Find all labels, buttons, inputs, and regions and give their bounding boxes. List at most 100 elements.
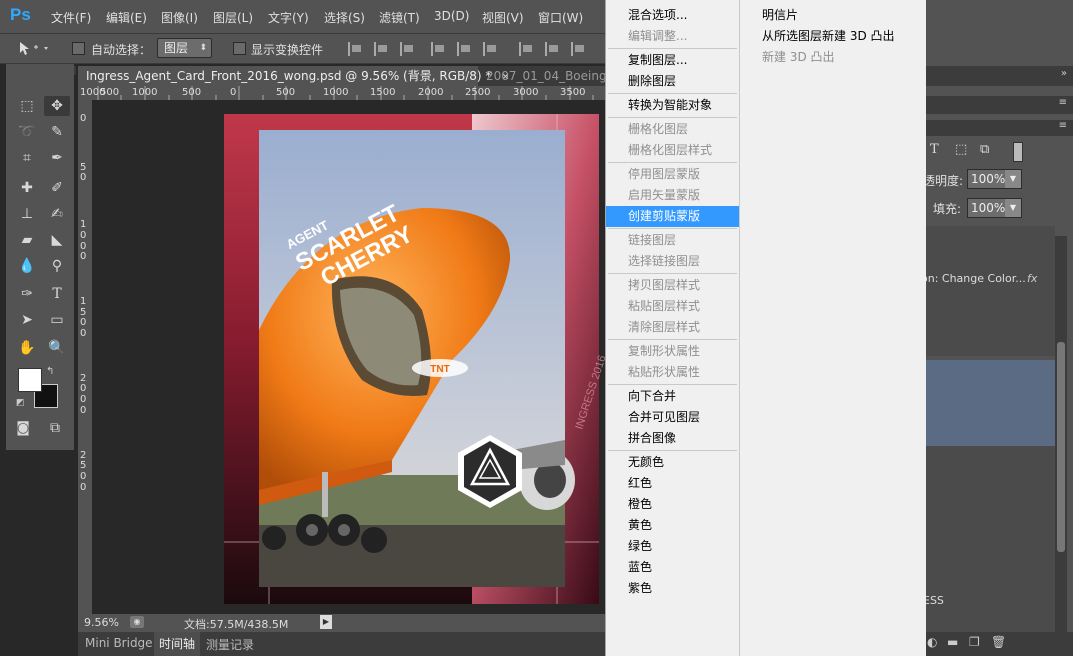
align-bottom-icon[interactable]	[400, 42, 414, 56]
move-tool-icon[interactable]: ✥	[44, 96, 70, 116]
menu-3d[interactable]: 3D(D)	[434, 9, 469, 23]
pen-tool-icon[interactable]: ✑	[14, 284, 40, 304]
clone-stamp-tool-icon[interactable]: ⊥	[14, 204, 40, 224]
menu-image[interactable]: 图像(I)	[161, 9, 198, 26]
brush-tool-icon[interactable]: ✐	[44, 178, 70, 198]
show-transform-checkbox[interactable]	[233, 42, 246, 55]
history-brush-tool-icon[interactable]: ✍	[44, 204, 70, 224]
panel-collapse-icon[interactable]: »	[1061, 68, 1067, 79]
menu-item[interactable]: 黄色	[606, 515, 739, 536]
type-tool-icon[interactable]: T	[44, 284, 70, 304]
menu-item[interactable]: 明信片	[740, 5, 926, 26]
menu-item[interactable]: 混合选项...	[606, 5, 739, 26]
opacity-input[interactable]: 100% ▼	[967, 169, 1022, 189]
menu-select[interactable]: 选择(S)	[324, 9, 365, 26]
menu-item[interactable]: 紫色	[606, 578, 739, 599]
screen-mode-icon[interactable]: ⧉	[42, 418, 68, 438]
delete-layer-icon[interactable]: 🗑	[991, 635, 1006, 649]
scrollbar-thumb[interactable]	[1057, 342, 1065, 552]
type-filter-icon[interactable]: T	[930, 142, 939, 157]
tab-timeline[interactable]: 时间轴	[154, 632, 201, 656]
menu-item[interactable]: 创建剪贴蒙版	[606, 206, 739, 227]
tab-measurement-log[interactable]: 测量记录	[206, 636, 254, 653]
layers-scrollbar[interactable]	[1055, 236, 1067, 632]
menu-item[interactable]: 复制图层...	[606, 50, 739, 71]
zoom-tool-icon[interactable]: 🔍	[44, 338, 70, 358]
shape-filter-icon[interactable]: ⬚	[955, 142, 967, 157]
document-tab-inactive[interactable]: 2007_01_04_Boeing7	[478, 66, 606, 86]
default-colors-icon[interactable]: ◩	[16, 398, 25, 408]
menu-edit[interactable]: 编辑(E)	[106, 9, 147, 26]
menu-view[interactable]: 视图(V)	[482, 9, 524, 26]
menu-item[interactable]: 橙色	[606, 494, 739, 515]
layer-row-selected[interactable]	[925, 360, 1055, 446]
swap-colors-icon[interactable]: ↰	[46, 366, 54, 377]
align-vcenter-icon[interactable]	[374, 42, 388, 56]
foreground-color-swatch[interactable]	[18, 368, 42, 392]
align-top-icon[interactable]	[348, 42, 362, 56]
menu-item[interactable]: 无颜色	[606, 452, 739, 473]
new-group-icon[interactable]: ▬	[947, 635, 958, 649]
canvas-area[interactable]: TNT AGENT SCARLET CHERRY INGRESS 2016	[92, 100, 606, 614]
eraser-tool-icon[interactable]: ▰	[14, 230, 40, 250]
menu-item[interactable]: 绿色	[606, 536, 739, 557]
distribute-vcenter-icon[interactable]	[545, 42, 559, 56]
align-right-icon[interactable]	[483, 42, 497, 56]
menu-filter[interactable]: 滤镜(T)	[379, 9, 420, 26]
blur-tool-icon[interactable]: 💧	[14, 256, 40, 276]
layer-row[interactable]: on: Change Color... fx	[921, 226, 1055, 356]
path-selection-tool-icon[interactable]: ➤	[14, 310, 40, 330]
menu-item: 停用图层蒙版	[628, 167, 701, 181]
move-tool-preset[interactable]	[10, 39, 54, 58]
distribute-bottom-icon[interactable]	[571, 42, 585, 56]
toolbox: ⬚ ✥ ➰ ✎ ⌗ ✒ ✚ ✐ ⊥ ✍ ▰ ◣ 💧 ⚲ ✑ T ➤ ▭ ✋ 🔍 …	[6, 64, 74, 450]
new-layer-icon[interactable]: ❐	[969, 635, 980, 649]
rectangle-tool-icon[interactable]: ▭	[44, 310, 70, 330]
menu-type[interactable]: 文字(Y)	[268, 9, 309, 26]
menu-item[interactable]: 删除图层	[606, 71, 739, 92]
smart-object-filter-icon[interactable]: ⧉	[980, 142, 989, 157]
align-hcenter-icon[interactable]	[457, 42, 471, 56]
zoom-level[interactable]: 9.56%	[84, 616, 119, 629]
crop-tool-icon[interactable]: ⌗	[14, 148, 40, 168]
document-tab-active[interactable]: Ingress_Agent_Card_Front_2016_wong.psd @…	[78, 66, 510, 86]
fill-input[interactable]: 100% ▼	[967, 198, 1022, 218]
healing-brush-tool-icon[interactable]: ✚	[14, 178, 40, 198]
menu-item[interactable]: 向下合并	[606, 386, 739, 407]
menu-item[interactable]: 红色	[606, 473, 739, 494]
menu-separator	[608, 117, 737, 118]
menu-layer[interactable]: 图层(L)	[213, 9, 253, 26]
menu-file[interactable]: 文件(F)	[51, 9, 91, 26]
menu-item: 复制形状属性	[628, 344, 701, 358]
paint-bucket-tool-icon[interactable]: ◣	[44, 230, 70, 250]
quick-mask-icon[interactable]: ◙	[10, 418, 36, 438]
menu-item: 拷贝图层样式	[628, 278, 701, 292]
menu-item[interactable]: 合并可见图层	[606, 407, 739, 428]
lasso-tool-icon[interactable]: ➰	[14, 122, 40, 142]
menu-window[interactable]: 窗口(W)	[538, 9, 583, 26]
menu-item[interactable]: 拼合图像	[606, 428, 739, 449]
menu-separator	[608, 339, 737, 340]
filter-toggle[interactable]	[1013, 142, 1023, 162]
fx-icon[interactable]: fx	[1027, 272, 1037, 285]
layer-row[interactable]: ESS	[923, 446, 1055, 632]
auto-select-dropdown[interactable]: 图层 ⬍	[157, 38, 212, 58]
eyedropper-tool-icon[interactable]: ✒	[44, 148, 70, 168]
quick-select-tool-icon[interactable]: ✎	[44, 122, 70, 142]
marquee-tool-icon[interactable]: ⬚	[14, 96, 40, 116]
status-menu-arrow-icon[interactable]: ▶	[320, 615, 332, 629]
hand-tool-icon[interactable]: ✋	[14, 338, 40, 358]
distribute-top-icon[interactable]	[519, 42, 533, 56]
panel-menu-icon[interactable]: ≡	[1059, 120, 1067, 131]
menu-item[interactable]: 转换为智能对象	[606, 95, 739, 116]
adjustment-layer-icon[interactable]: ◐	[927, 635, 937, 649]
menu-item[interactable]: 从所选图层新建 3D 凸出	[740, 26, 926, 47]
panel-header-3: ≡	[925, 120, 1073, 136]
status-info-icon[interactable]: ◉	[130, 616, 144, 628]
panel-menu-icon[interactable]: ≡	[1059, 97, 1067, 108]
auto-select-checkbox[interactable]	[72, 42, 85, 55]
align-left-icon[interactable]	[431, 42, 445, 56]
menu-item[interactable]: 蓝色	[606, 557, 739, 578]
tab-mini-bridge[interactable]: Mini Bridge	[85, 636, 153, 650]
dodge-tool-icon[interactable]: ⚲	[44, 256, 70, 276]
